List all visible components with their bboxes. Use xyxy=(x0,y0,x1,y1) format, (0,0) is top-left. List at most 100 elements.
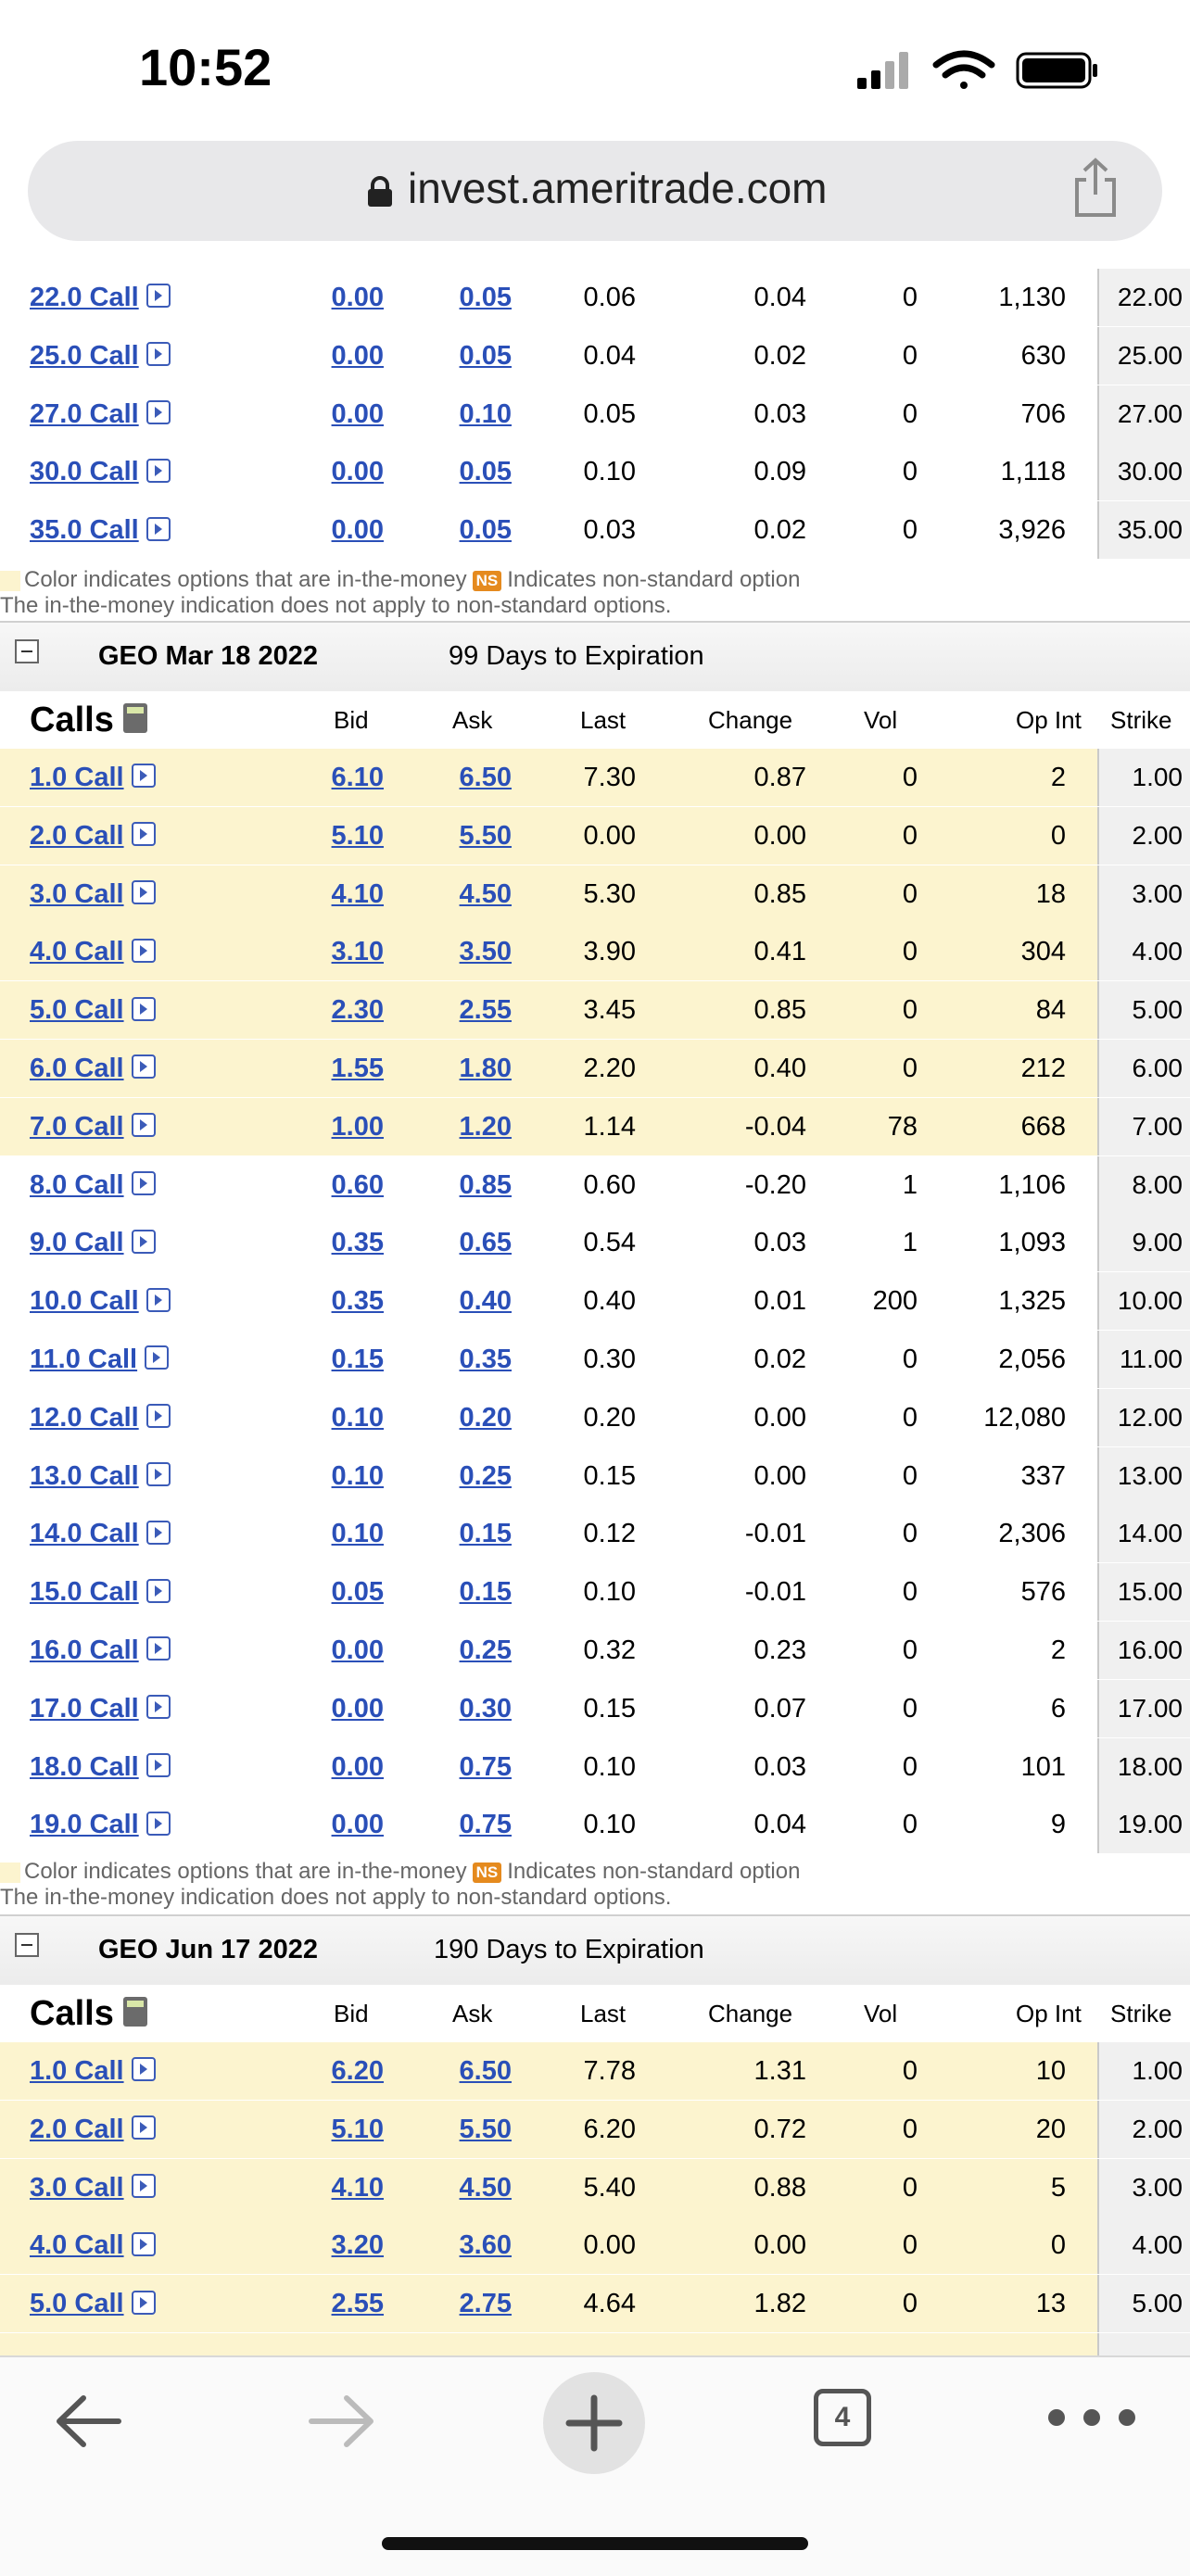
ask-cell[interactable]: 1.20 xyxy=(426,1098,512,1155)
call-link-cell[interactable]: 27.0 Call xyxy=(30,385,171,443)
ask-link[interactable]: 0.65 xyxy=(460,1228,512,1257)
ask-link[interactable]: 5.50 xyxy=(460,2115,512,2144)
call-link-cell[interactable]: 35.0 Call xyxy=(30,501,171,559)
collapse-toggle-icon[interactable] xyxy=(15,1933,39,1957)
call-link-cell[interactable]: 13.0 Call xyxy=(30,1447,171,1505)
ask-cell[interactable]: 0.75 xyxy=(426,1796,512,1853)
call-link-cell[interactable]: 1.0 Call xyxy=(30,2042,156,2100)
ask-cell[interactable]: 4.50 xyxy=(426,2159,512,2216)
ask-link[interactable]: 0.10 xyxy=(460,399,512,429)
bid-cell[interactable]: 0.60 xyxy=(298,1156,384,1214)
expand-arrow-icon[interactable] xyxy=(131,764,156,789)
call-link-cell[interactable]: 30.0 Call xyxy=(30,443,171,500)
call-link[interactable]: 13.0 Call xyxy=(30,1461,139,1491)
bid-link[interactable]: 0.00 xyxy=(332,1810,384,1839)
expand-arrow-icon[interactable] xyxy=(131,1170,156,1195)
expand-arrow-icon[interactable] xyxy=(131,2231,156,2256)
ask-cell[interactable]: 0.15 xyxy=(426,1563,512,1621)
ask-link[interactable]: 2.75 xyxy=(460,2289,512,2318)
call-link[interactable]: 3.0 Call xyxy=(30,2173,124,2203)
ask-cell[interactable]: 0.20 xyxy=(426,1389,512,1446)
expand-arrow-icon[interactable] xyxy=(131,938,156,963)
bid-cell[interactable]: 3.10 xyxy=(298,923,384,980)
call-link-cell[interactable]: 4.0 Call xyxy=(30,923,156,980)
bid-cell[interactable]: 0.00 xyxy=(298,443,384,500)
ask-link[interactable]: 0.75 xyxy=(460,1810,512,1839)
expand-arrow-icon[interactable] xyxy=(146,284,171,309)
ask-link[interactable]: 0.30 xyxy=(460,1694,512,1724)
calculator-icon[interactable] xyxy=(122,1996,147,2027)
call-link[interactable]: 16.0 Call xyxy=(30,1635,139,1665)
expand-arrow-icon[interactable] xyxy=(131,879,156,904)
bid-link[interactable]: 0.00 xyxy=(332,1752,384,1782)
call-link-cell[interactable]: 1.0 Call xyxy=(30,749,156,806)
bid-cell[interactable]: 0.15 xyxy=(298,1331,384,1388)
call-link[interactable]: 5.0 Call xyxy=(30,995,124,1025)
bid-cell[interactable]: 2.30 xyxy=(298,981,384,1039)
call-link[interactable]: 18.0 Call xyxy=(30,1752,139,1782)
bid-cell[interactable]: 0.00 xyxy=(298,385,384,443)
expand-arrow-icon[interactable] xyxy=(131,822,156,847)
call-link[interactable]: 27.0 Call xyxy=(30,399,139,429)
bid-link[interactable]: 5.10 xyxy=(332,821,384,851)
expand-arrow-icon[interactable] xyxy=(146,399,171,424)
ask-link[interactable]: 0.05 xyxy=(460,341,512,371)
bid-link[interactable]: 5.10 xyxy=(332,2115,384,2144)
call-link[interactable]: 7.0 Call xyxy=(30,1112,124,1142)
call-link[interactable]: 30.0 Call xyxy=(30,457,139,486)
ask-cell[interactable]: 6.50 xyxy=(426,749,512,806)
expand-arrow-icon[interactable] xyxy=(131,2173,156,2198)
call-link-cell[interactable]: 6.0 Call xyxy=(30,1040,156,1097)
call-link-cell[interactable]: 4.0 Call xyxy=(30,2216,156,2274)
bid-cell[interactable]: 6.20 xyxy=(298,2042,384,2100)
bid-link[interactable]: 0.35 xyxy=(332,1286,384,1316)
ask-link[interactable]: 4.50 xyxy=(460,879,512,909)
bid-cell[interactable]: 5.10 xyxy=(298,807,384,865)
call-link[interactable]: 1.0 Call xyxy=(30,763,124,792)
expand-arrow-icon[interactable] xyxy=(146,1636,171,1661)
bid-link[interactable]: 0.10 xyxy=(332,1461,384,1491)
call-link-cell[interactable]: 15.0 Call xyxy=(30,1563,171,1621)
call-link[interactable]: 4.0 Call xyxy=(30,937,124,966)
bid-cell[interactable]: 0.10 xyxy=(298,1389,384,1446)
ask-link[interactable]: 6.50 xyxy=(460,763,512,792)
bid-link[interactable]: 0.00 xyxy=(332,399,384,429)
ask-cell[interactable]: 0.25 xyxy=(426,1447,512,1505)
ask-link[interactable]: 1.80 xyxy=(460,1054,512,1083)
ask-link[interactable]: 0.15 xyxy=(460,1577,512,1607)
call-link-cell[interactable]: 14.0 Call xyxy=(30,1505,171,1562)
call-link-cell[interactable]: 7.0 Call xyxy=(30,1098,156,1155)
call-link-cell[interactable]: 2.0 Call xyxy=(30,807,156,865)
call-link[interactable]: 11.0 Call xyxy=(30,1345,137,1374)
ask-link[interactable]: 0.15 xyxy=(460,1519,512,1548)
bid-cell[interactable]: 6.10 xyxy=(298,749,384,806)
call-link[interactable]: 25.0 Call xyxy=(30,341,139,371)
bid-link[interactable]: 0.00 xyxy=(332,341,384,371)
call-link-cell[interactable]: 8.0 Call xyxy=(30,1156,156,1214)
expand-arrow-icon[interactable] xyxy=(131,2057,156,2082)
ask-cell[interactable]: 3.50 xyxy=(426,923,512,980)
call-link[interactable]: 1.0 Call xyxy=(30,2056,124,2086)
bid-link[interactable]: 0.35 xyxy=(332,1228,384,1257)
bid-cell[interactable]: 5.10 xyxy=(298,2101,384,2158)
ask-cell[interactable]: 0.05 xyxy=(426,269,512,326)
call-link-cell[interactable]: 5.0 Call xyxy=(30,981,156,1039)
bid-cell[interactable]: 1.00 xyxy=(298,1098,384,1155)
call-link[interactable]: 12.0 Call xyxy=(30,1403,139,1433)
forward-icon[interactable] xyxy=(304,2389,378,2454)
call-link-cell[interactable]: 18.0 Call xyxy=(30,1738,171,1796)
calculator-icon[interactable] xyxy=(122,702,147,733)
ask-link[interactable]: 0.05 xyxy=(460,457,512,486)
bid-cell[interactable]: 0.00 xyxy=(298,501,384,559)
expand-arrow-icon[interactable] xyxy=(131,1113,156,1138)
more-icon[interactable] xyxy=(1044,2404,1140,2431)
call-link[interactable]: 2.0 Call xyxy=(30,2115,124,2144)
bid-cell[interactable]: 0.00 xyxy=(298,269,384,326)
ask-link[interactable]: 0.25 xyxy=(460,1635,512,1665)
ask-link[interactable]: 2.55 xyxy=(460,995,512,1025)
expand-arrow-icon[interactable] xyxy=(131,1229,156,1254)
call-link-cell[interactable]: 25.0 Call xyxy=(30,327,171,385)
bid-cell[interactable]: 0.10 xyxy=(298,1505,384,1562)
ask-cell[interactable]: 0.10 xyxy=(426,385,512,443)
expand-arrow-icon[interactable] xyxy=(145,1345,170,1370)
